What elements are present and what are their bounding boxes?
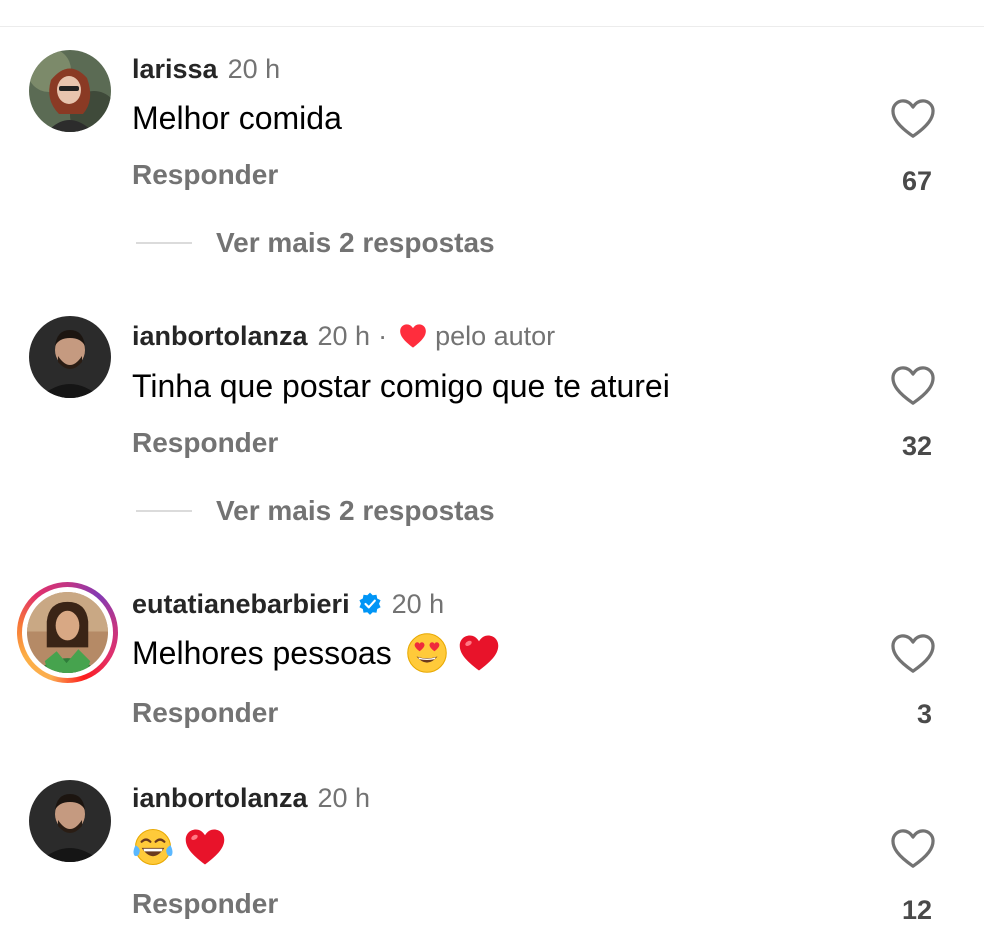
timestamp: 20 h	[391, 589, 445, 619]
reply-button[interactable]: Responder	[132, 888, 278, 920]
comment-body: Tinha que postar comigo que te aturei	[132, 368, 670, 404]
red-heart-emoji	[185, 829, 225, 865]
username[interactable]: ianbortolanza	[132, 320, 308, 352]
tears-of-joy-emoji	[133, 828, 173, 866]
view-more-replies-label: Ver mais 2 respostas	[216, 495, 495, 526]
red-heart-emoji	[459, 635, 498, 671]
avatar[interactable]	[29, 316, 111, 398]
username[interactable]: ianbortolanza	[132, 782, 308, 814]
top-divider	[0, 26, 984, 27]
comment-body: Melhor comida	[132, 100, 342, 136]
comment-body: Melhores pessoas	[132, 635, 392, 671]
comment-meta: ianbortolanza 20 h	[132, 782, 370, 814]
comment-text: Tinha que postar comigo que te aturei	[132, 366, 670, 406]
like-count: 12	[901, 895, 932, 925]
username[interactable]: eutatianebarbieri	[132, 588, 350, 620]
timestamp: 20 h	[227, 54, 281, 84]
view-more-replies[interactable]: Ver mais 2 respostas	[136, 227, 495, 259]
timestamp: 20 h	[317, 321, 371, 351]
avatar	[27, 592, 108, 673]
heart-eyes-emoji	[406, 633, 447, 673]
like-count: 67	[901, 166, 932, 196]
comment-meta: ianbortolanza 20 h · pelo autor	[132, 320, 555, 352]
username[interactable]: larissa	[132, 53, 218, 85]
verified-badge-icon	[359, 592, 381, 615]
like-count: 32	[901, 431, 932, 461]
comment-meta: larissa 20 h	[132, 53, 280, 85]
avatar[interactable]	[29, 780, 111, 862]
timestamp: 20 h	[317, 783, 371, 813]
avatar[interactable]	[29, 50, 111, 132]
view-more-replies-label: Ver mais 2 respostas	[216, 227, 495, 258]
reply-button[interactable]: Responder	[132, 697, 278, 729]
view-more-replies[interactable]: Ver mais 2 respostas	[136, 495, 495, 527]
comment-text: Melhor comida	[132, 98, 342, 138]
comment-meta: eutatianebarbieri 20 h	[132, 588, 444, 620]
heart-outline-icon[interactable]	[890, 633, 936, 675]
reply-button[interactable]: Responder	[132, 427, 278, 459]
divider-line	[136, 510, 192, 512]
heart-outline-icon[interactable]	[890, 828, 936, 870]
divider-line	[136, 242, 192, 244]
heart-outline-icon[interactable]	[890, 365, 936, 407]
heart-outline-icon[interactable]	[890, 98, 936, 140]
separator-dot: ·	[378, 321, 388, 351]
author-heart-icon	[400, 324, 426, 348]
liked-by-author-label: pelo autor	[435, 321, 556, 351]
like-count: 3	[916, 699, 932, 729]
story-ring[interactable]	[17, 582, 118, 683]
reply-button[interactable]: Responder	[132, 159, 278, 191]
comment-text: Melhores pessoas	[132, 632, 500, 674]
comment-text	[132, 826, 226, 868]
